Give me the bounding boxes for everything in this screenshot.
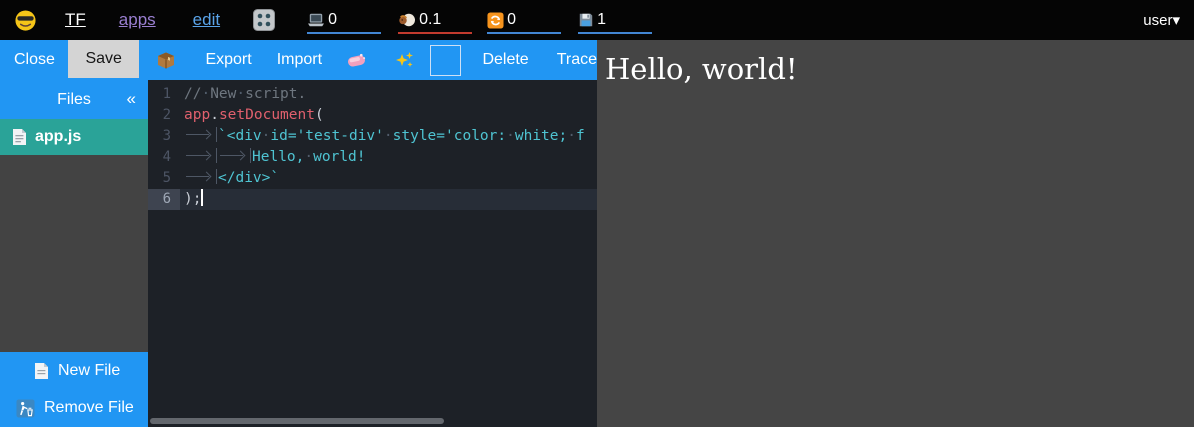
tab-marker [184,127,217,142]
sparkles-button[interactable] [395,50,415,70]
topbar: TF apps edit 0 0.1 [0,0,1194,40]
horizontal-scrollbar[interactable] [150,418,444,424]
preview-pane: Hello, world! [597,40,1194,427]
code-lines: 1//·New·script.2app.setDocument(3`<div·i… [148,84,597,210]
remove-file-label: Remove File [44,399,134,417]
code-line[interactable]: 1//·New·script. [148,84,597,105]
refresh-stat-field[interactable]: 0 [487,8,561,34]
save-button[interactable]: Save [68,40,140,78]
ram-stat-field[interactable]: 0.1 [398,8,472,34]
document-icon [12,128,27,146]
link-tf[interactable]: TF [65,10,86,30]
storage-stat-field[interactable]: 1 [578,8,652,34]
soap-icon [346,51,367,69]
preview-text: Hello, world! [605,52,1194,86]
line-number: 5 [148,168,180,189]
remove-file-button[interactable]: Remove File [0,389,148,427]
soap-button[interactable] [346,51,367,69]
refresh-stat-value: 0 [507,11,516,29]
file-item-appjs[interactable]: app.js [0,119,148,155]
export-button[interactable]: Export [205,51,251,69]
laptop-icon [307,12,325,28]
trace-button[interactable]: Trace [557,51,597,69]
ram-stat-value: 0.1 [419,11,441,29]
files-panel [0,155,148,352]
new-file-button[interactable]: New File [0,352,148,389]
die-four-icon[interactable] [252,8,276,32]
tab-marker [184,148,217,163]
sparkles-icon [395,50,415,70]
files-header: Files « [0,80,148,119]
storage-stat-value: 1 [597,11,606,29]
line-number: 4 [148,147,180,168]
file-name: app.js [35,128,81,146]
delete-button[interactable]: Delete [482,51,528,69]
code-line[interactable]: 6); [148,189,597,210]
refresh-icon [487,12,504,29]
sidebar-actions: New File Remove File [0,352,148,427]
line-number: 1 [148,84,180,105]
line-number: 6 [148,189,180,210]
package-button[interactable] [156,50,176,70]
collapse-sidebar-button[interactable]: « [127,89,136,109]
link-edit[interactable]: edit [193,10,220,30]
package-icon [156,50,176,70]
tab-marker [218,148,251,163]
line-number: 2 [148,105,180,126]
files-header-label: Files [57,91,91,109]
import-button[interactable]: Import [277,51,322,69]
text-cursor [201,189,203,206]
code-line[interactable]: 5</div>` [148,168,597,189]
laptop-stat-value: 0 [328,11,337,29]
litter-bin-icon [16,399,35,418]
code-line[interactable]: 3`<div·id='test-div'·style='color:·white… [148,126,597,147]
sunglasses-face-icon[interactable] [14,9,37,32]
ram-icon [398,12,416,28]
code-line[interactable]: 4Hello,·world! [148,147,597,168]
tab-marker [184,169,217,184]
line-number: 3 [148,126,180,147]
close-button[interactable]: Close [14,51,55,69]
laptop-stat-field[interactable]: 0 [307,8,381,34]
new-file-label: New File [58,362,120,380]
code-editor[interactable]: 1//·New·script.2app.setDocument(3`<div·i… [148,80,597,427]
new-file-icon [34,362,49,380]
user-menu[interactable]: user▾ [1143,11,1180,29]
code-line[interactable]: 2app.setDocument( [148,105,597,126]
editor-toolbar: Close Save Export Import [0,40,597,80]
link-apps[interactable]: apps [119,10,156,30]
empty-toolbar-button[interactable] [430,45,461,76]
floppy-disk-icon [578,12,594,28]
